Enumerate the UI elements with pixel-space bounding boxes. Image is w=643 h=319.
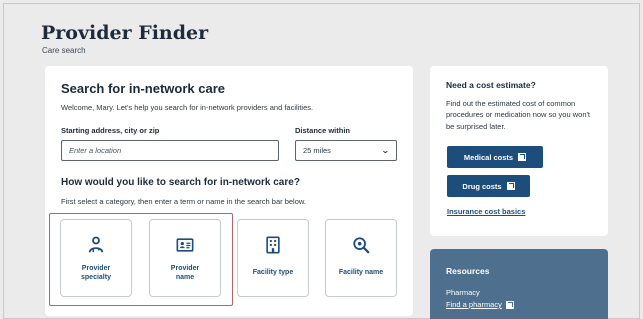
cost-title: Need a cost estimate?	[446, 80, 536, 90]
category-label: Provider name	[170, 265, 200, 282]
address-input[interactable]: Enter a location	[61, 140, 279, 161]
external-link-icon	[506, 182, 515, 190]
app-frame: Provider Finder Care search Search for i…	[3, 3, 640, 319]
category-label: Facility type	[252, 269, 294, 276]
category-provider-name[interactable]: Provider name	[149, 219, 221, 297]
doctor-icon	[88, 236, 104, 253]
address-placeholder: Enter a location	[69, 146, 122, 155]
pharmacy-label: Pharmacy	[446, 288, 480, 297]
category-facility-type[interactable]: Facility type	[237, 219, 309, 297]
welcome-text: Welcome, Mary. Let's help you search for…	[61, 103, 314, 112]
search-card: Search for in-network care Welcome, Mary…	[45, 66, 413, 316]
drug-costs-button[interactable]: Drug costs	[447, 175, 530, 197]
category-label: Facility name	[338, 269, 384, 276]
drug-costs-label: Drug costs	[462, 181, 502, 191]
building-icon	[266, 236, 280, 254]
page-title: Provider Finder	[41, 22, 209, 44]
find-pharmacy-link[interactable]: Find a pharmacy	[446, 300, 514, 309]
category-facility-name[interactable]: Facility name	[325, 219, 397, 297]
cost-description: Find out the estimated cost of common pr…	[446, 99, 591, 131]
distance-value: 25 miles	[303, 146, 331, 155]
breadcrumb: Care search	[42, 46, 86, 55]
find-pharmacy-label: Find a pharmacy	[446, 300, 502, 309]
resources-title: Resources	[446, 266, 490, 276]
resources-card: Resources Pharmacy Find a pharmacy	[430, 249, 608, 319]
category-provider-specialty[interactable]: Provider specialty	[60, 219, 132, 297]
distance-label: Distance within	[295, 126, 351, 135]
category-label: Provider specialty	[81, 265, 111, 282]
category-subtext: First select a category, then enter a te…	[61, 197, 306, 206]
external-link-icon	[505, 300, 514, 309]
external-link-icon	[518, 153, 527, 161]
distance-select[interactable]: 25 miles ⌄	[295, 140, 397, 161]
medical-costs-button[interactable]: Medical costs	[447, 146, 543, 168]
medical-costs-label: Medical costs	[463, 152, 514, 162]
address-label: Starting address, city or zip	[61, 126, 160, 135]
insurance-cost-basics-link[interactable]: Insurance cost basics	[447, 207, 525, 216]
category-heading: How would you like to search for in-netw…	[61, 177, 300, 188]
cost-estimate-card: Need a cost estimate? Find out the estim…	[430, 66, 608, 236]
id-card-icon	[176, 238, 194, 252]
search-icon	[353, 237, 370, 254]
search-heading: Search for in-network care	[61, 81, 225, 96]
chevron-down-icon: ⌄	[381, 146, 391, 155]
